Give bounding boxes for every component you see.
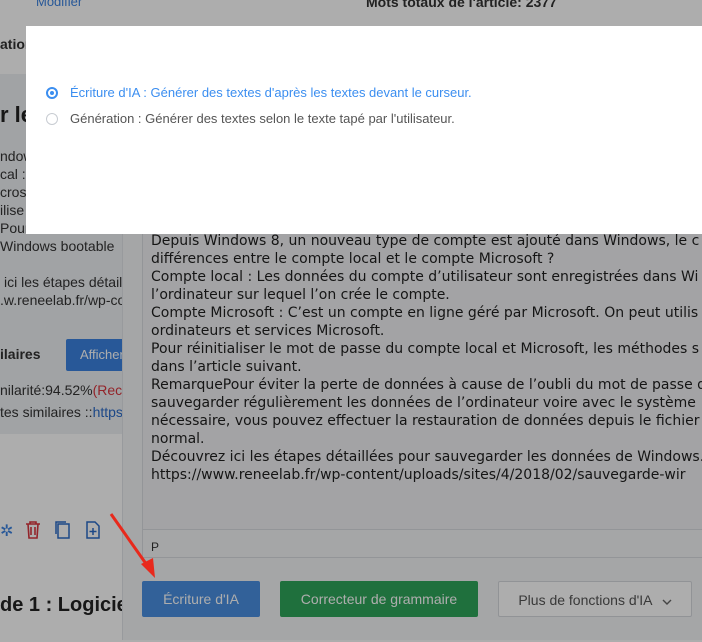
option-generation-label: Génération : Générer des textes selon le… [70, 111, 455, 126]
red-arrow-icon [109, 513, 155, 578]
radio-unselected-icon[interactable] [46, 113, 58, 125]
ai-mode-modal: Écriture d'IA : Générer des textes d'apr… [26, 26, 702, 234]
option-ai-writing-label: Écriture d'IA : Générer des textes d'apr… [70, 85, 472, 100]
radio-selected-icon[interactable] [46, 87, 58, 99]
